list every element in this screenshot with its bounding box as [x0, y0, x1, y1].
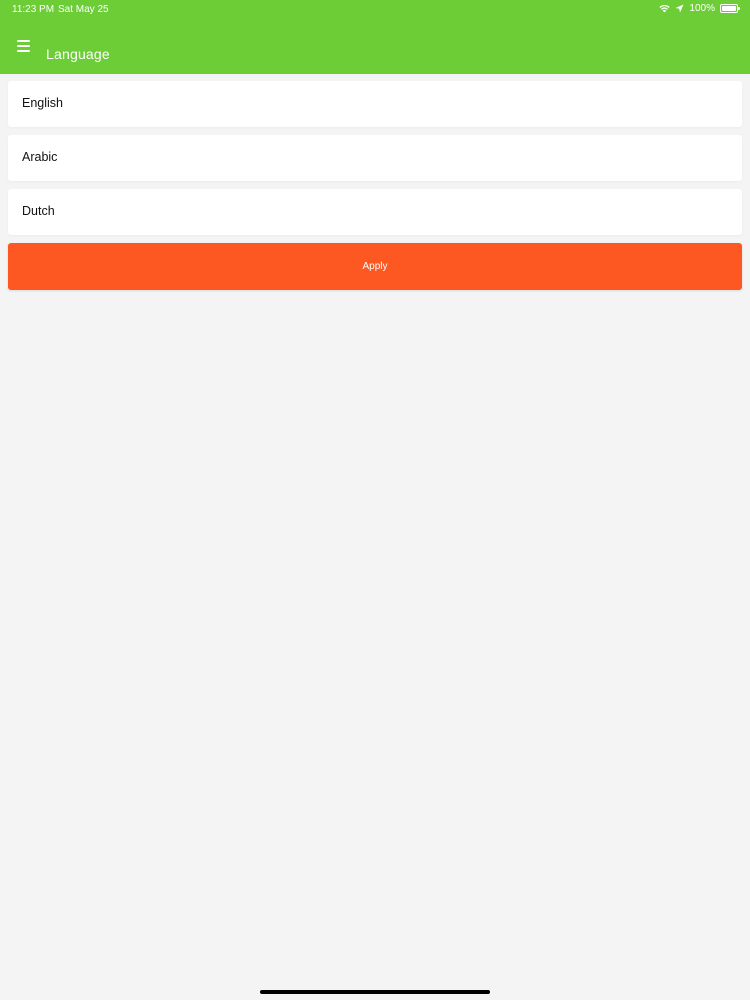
status-bar: 11:23 PM Sat May 25 100% [0, 0, 750, 20]
language-option-english[interactable]: English [8, 81, 742, 127]
battery-icon [720, 4, 740, 13]
hamburger-menu-icon[interactable] [10, 34, 36, 58]
language-option-arabic[interactable]: Arabic [8, 135, 742, 181]
status-icons: 100% [659, 3, 740, 14]
home-indicator [260, 990, 490, 994]
apply-button[interactable]: Apply [8, 243, 742, 290]
language-label: English [22, 96, 63, 110]
language-label: Dutch [22, 204, 55, 218]
location-arrow-icon [675, 4, 684, 13]
language-label: Arabic [22, 150, 58, 164]
status-time: 11:23 PM [12, 4, 55, 15]
status-date: Sat May 25 [58, 4, 109, 15]
page-title: Language [46, 46, 110, 62]
language-screen: 11:23 PM Sat May 25 100% Language Englis… [0, 0, 750, 1000]
wifi-icon [659, 5, 671, 13]
battery-percent: 100% [689, 3, 715, 14]
app-bar: 11:23 PM Sat May 25 100% Language [0, 0, 750, 74]
language-option-dutch[interactable]: Dutch [8, 189, 742, 235]
